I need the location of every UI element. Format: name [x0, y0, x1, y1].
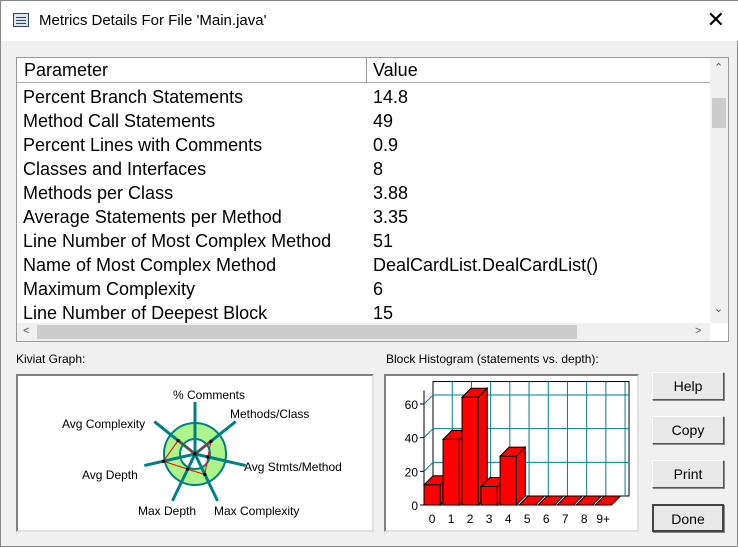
parameter-cell: Methods per Class	[23, 183, 174, 203]
kiviat-axis-label: Max Depth	[138, 504, 196, 518]
value-cell: 15	[373, 303, 394, 323]
x-tick-label: 4	[505, 512, 512, 526]
table-header: Parameter Value	[17, 58, 710, 83]
app-icon	[13, 13, 29, 27]
kiviat-axis-label: Avg Depth	[82, 468, 138, 482]
scroll-thumb[interactable]	[37, 325, 577, 339]
parameter-cell: Percent Lines with Comments	[23, 135, 263, 155]
table-row[interactable]: Average Statements per Method 3.35	[17, 206, 710, 230]
kiviat-axis-label: Max Complexity	[214, 504, 299, 518]
bar	[442, 438, 460, 506]
scroll-left-icon[interactable]: <	[23, 325, 29, 337]
window-title: Metrics Details For File 'Main.java'	[39, 12, 267, 29]
kiviat-point	[161, 459, 165, 463]
value-cell: 3.35	[373, 207, 409, 227]
table-row[interactable]: Name of Most Complex Method DealCardList.…	[17, 254, 710, 278]
bar-side	[515, 445, 526, 507]
value-cell: DealCardList.DealCardList()	[373, 255, 599, 275]
bar	[423, 484, 441, 506]
value-cell: 51	[373, 231, 394, 251]
x-tick-label: 0	[429, 512, 436, 526]
x-tick-label: 1	[448, 512, 455, 526]
parameter-cell: Line Number of Deepest Block	[23, 303, 268, 323]
y-tick-label: 20	[405, 465, 419, 479]
value-cell: 3.88	[373, 183, 409, 203]
table-row[interactable]: Percent Lines with Comments 0.9	[17, 134, 710, 158]
print-button[interactable]: Print	[652, 460, 724, 488]
kiviat-axis-label: Avg Complexity	[62, 417, 145, 431]
parameter-cell: Maximum Complexity	[23, 279, 196, 299]
kiviat-label: Kiviat Graph:	[16, 352, 86, 366]
scroll-right-icon[interactable]: >	[695, 325, 701, 337]
kiviat-point	[209, 439, 213, 443]
kiviat-axis-label: Avg Stmts/Method	[244, 460, 342, 474]
kiviat-point	[186, 467, 190, 471]
histogram-label: Block Histogram (statements vs. depth):	[386, 352, 599, 366]
bar	[499, 455, 517, 506]
x-tick-label: 6	[543, 512, 550, 526]
scroll-down-icon[interactable]: ⌄	[714, 302, 723, 315]
x-tick-label: 7	[562, 512, 569, 526]
y-tick-label: 40	[405, 432, 419, 446]
help-button[interactable]: Help	[652, 372, 724, 400]
x-tick-label: 3	[486, 512, 493, 526]
value-cell: 14.8	[373, 87, 409, 107]
column-header-parameter[interactable]: Parameter	[24, 60, 108, 81]
x-tick-label: 9+	[596, 512, 610, 526]
parameter-cell: Name of Most Complex Method	[23, 255, 277, 275]
kiviat-axis-label: Methods/Class	[230, 407, 309, 421]
scroll-thumb[interactable]	[712, 98, 726, 128]
done-button[interactable]: Done	[652, 504, 724, 532]
kiviat-point	[176, 439, 180, 443]
kiviat-point	[206, 455, 210, 459]
kiviat-axis-label: % Comments	[173, 388, 245, 402]
table-row[interactable]: Method Call Statements 49	[17, 110, 710, 134]
parameter-cell: Average Statements per Method	[23, 207, 282, 227]
x-tick-label: 5	[524, 512, 531, 526]
value-cell: 49	[373, 111, 394, 131]
x-tick-label: 2	[467, 512, 474, 526]
metrics-table: Parameter Value Percent Branch Statement…	[16, 57, 729, 342]
table-row[interactable]: Maximum Complexity 6	[17, 278, 710, 302]
scroll-up-icon[interactable]: ⌃	[714, 61, 723, 74]
vertical-scrollbar[interactable]: ⌃ ⌄	[710, 58, 728, 323]
y-tick-label: 60	[405, 398, 419, 412]
kiviat-point	[193, 452, 197, 456]
grid-line	[423, 428, 434, 439]
value-cell: 6	[373, 279, 384, 299]
column-header-value[interactable]: Value	[373, 60, 418, 81]
parameter-cell: Method Call Statements	[23, 111, 216, 131]
block-histogram: 0 20 40 60 0 1 2 3 4 5 6 7 8 9+	[384, 374, 639, 532]
y-tick-label: 0	[411, 499, 418, 513]
grid-line	[423, 394, 434, 405]
x-tick-label: 8	[581, 512, 588, 526]
value-cell: 0.9	[373, 135, 399, 155]
parameter-cell: Line Number of Most Complex Method	[23, 231, 332, 251]
bar	[480, 485, 498, 506]
close-icon[interactable]: ✕	[707, 7, 725, 33]
parameter-cell: Classes and Interfaces	[23, 159, 207, 179]
title-bar: Metrics Details For File 'Main.java' ✕	[1, 1, 738, 41]
table-row[interactable]: Line Number of Most Complex Method 51	[17, 230, 710, 254]
table-row[interactable]: Percent Branch Statements 14.8	[17, 86, 710, 110]
horizontal-scrollbar[interactable]: < >	[17, 323, 710, 341]
grid-line	[423, 461, 434, 472]
kiviat-point	[203, 473, 207, 477]
parameter-cell: Percent Branch Statements	[23, 87, 244, 107]
kiviat-graph: % Comments Methods/Class Avg Stmts/Method M…	[16, 374, 374, 532]
copy-button[interactable]: Copy	[652, 416, 724, 444]
value-cell: 8	[373, 159, 384, 179]
table-row[interactable]: Methods per Class 3.88	[17, 182, 710, 206]
bar	[461, 396, 479, 506]
table-row[interactable]: Classes and Interfaces 8	[17, 158, 710, 182]
